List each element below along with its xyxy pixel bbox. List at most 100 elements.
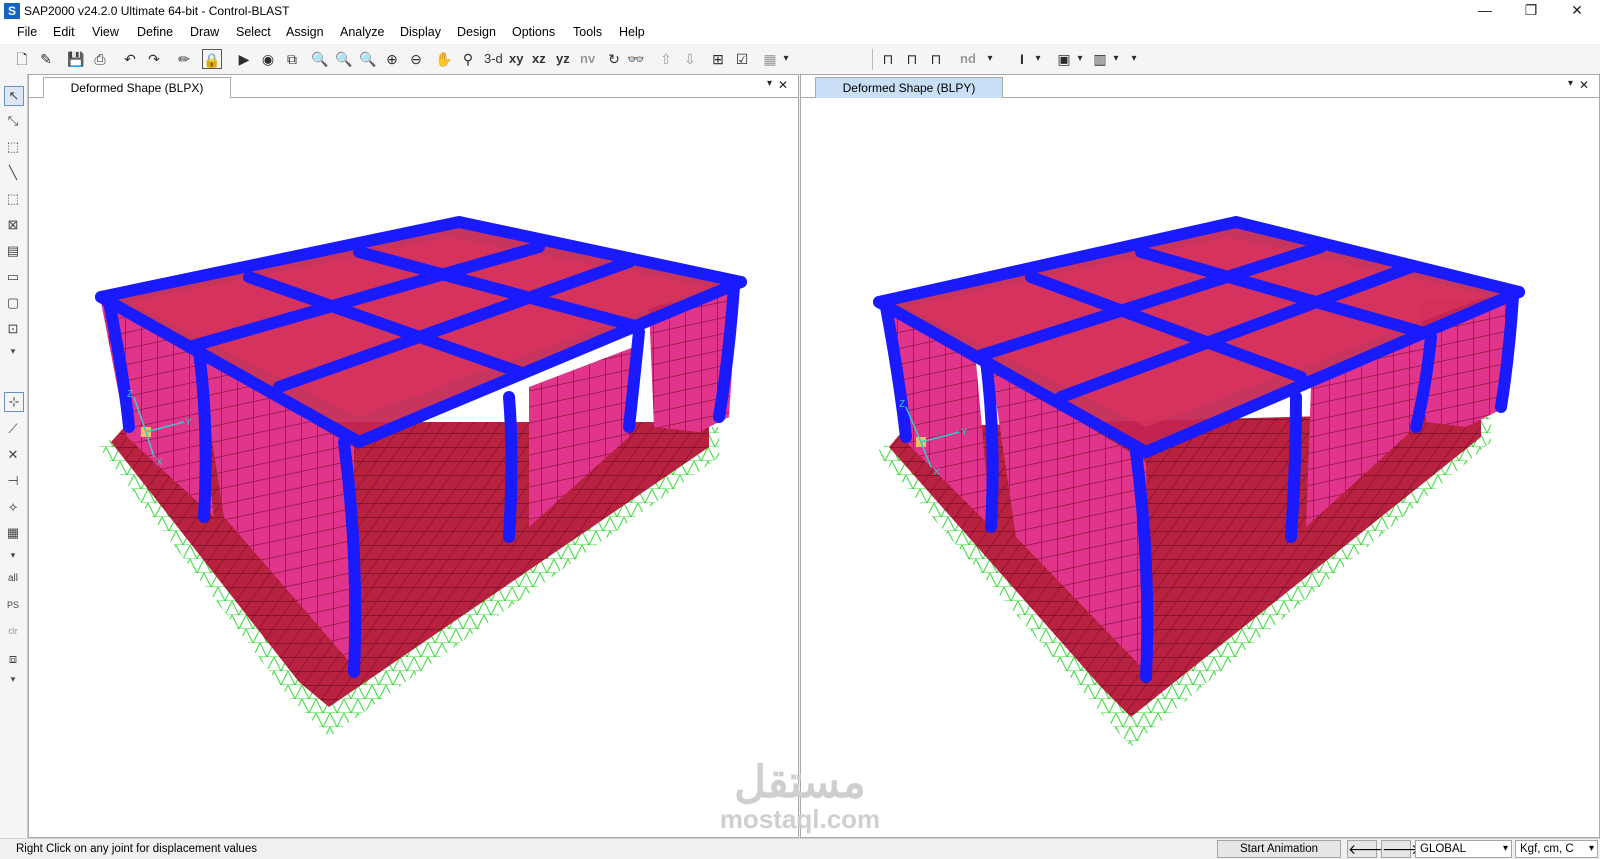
watermark-latin: mostaql.com (719, 804, 881, 834)
refresh-view-icon[interactable]: ✏ (174, 49, 194, 69)
run-analysis-icon[interactable]: ▶ (234, 49, 254, 69)
menu-analyze[interactable]: Analyze (340, 25, 384, 39)
rotate-view-icon[interactable]: ↻ (604, 49, 624, 69)
deselect-icon[interactable]: ⧈ (4, 650, 22, 668)
view-xy-button[interactable]: xy (509, 51, 523, 66)
measure-icon[interactable]: ⚲ (458, 49, 478, 69)
draw-joint-icon[interactable]: ⬚ (4, 138, 22, 156)
units-select[interactable]: Kgf, cm, C ▾ (1515, 840, 1598, 858)
left-dropdown-1-icon[interactable]: ▾ (4, 342, 22, 360)
menu-select[interactable]: Select (236, 25, 271, 39)
quick-frame-icon[interactable]: ⬚ (4, 190, 22, 208)
tab-deformed-shape-blpx[interactable]: Deformed Shape (BLPX) (43, 77, 231, 98)
menu-design[interactable]: Design (457, 25, 496, 39)
axis-z-label: Z (899, 399, 905, 410)
undo-icon[interactable]: ↶ (120, 49, 140, 69)
select-all-button[interactable]: all (4, 570, 22, 588)
pan-icon[interactable]: ✋ (434, 49, 454, 69)
menu-draw[interactable]: Draw (190, 25, 219, 39)
redo-icon[interactable]: ↷ (144, 49, 164, 69)
start-animation-button[interactable]: Start Animation (1217, 840, 1341, 858)
area-section-icon[interactable]: ▣ (1054, 49, 1074, 69)
view-yz-button[interactable]: yz (556, 51, 570, 66)
draw-poly-area-icon[interactable]: ▭ (4, 268, 22, 286)
zoom-out-icon[interactable]: ⊖ (406, 49, 426, 69)
section-dropdown-icon[interactable]: ▾ (1032, 49, 1044, 69)
menu-define[interactable]: Define (137, 25, 173, 39)
select-plane-icon[interactable]: ⊣ (4, 472, 22, 490)
table-dropdown-icon[interactable]: ▾ (1110, 49, 1122, 69)
save-icon[interactable]: 💾 (66, 49, 86, 69)
view-nv-button[interactable]: nv (580, 51, 595, 66)
model-viewport-right[interactable]: Z Y X (801, 97, 1599, 837)
select-line-icon[interactable]: ⟋ (4, 420, 22, 438)
minimize-button[interactable]: — (1462, 0, 1508, 22)
status-bar: Right Click on any joint for displacemen… (0, 838, 1600, 859)
select-polygon-icon[interactable]: ⟡ (4, 498, 22, 516)
draw-frame-icon[interactable]: ⊓ (878, 49, 898, 69)
analysis-options-icon[interactable]: ⧉ (282, 49, 302, 69)
draw-area-icon[interactable]: ▤ (4, 242, 22, 260)
shading-icon[interactable]: ▦ (760, 49, 780, 69)
left-dropdown-3-icon[interactable]: ▾ (4, 670, 22, 688)
open-model-icon[interactable]: ✎ (36, 49, 56, 69)
menu-view[interactable]: View (92, 25, 119, 39)
select-joint-icon[interactable]: ⊹ (4, 392, 24, 412)
draw-cable-icon[interactable]: ⊓ (926, 49, 946, 69)
new-model-icon[interactable]: 🗋 (12, 49, 32, 69)
restore-button[interactable]: ❐ (1508, 0, 1554, 22)
view-nd-button[interactable]: nd (960, 51, 976, 66)
reshaper-icon[interactable]: ⤡ (4, 112, 22, 130)
menu-display[interactable]: Display (400, 25, 441, 39)
view-3d-button[interactable]: 3-d (484, 51, 503, 66)
zoom-window-icon[interactable]: 🔍 (310, 49, 330, 69)
pane-menu-dropdown-icon[interactable]: ▾ (767, 78, 772, 89)
perspective-icon[interactable]: 👓 (626, 49, 646, 69)
zoom-previous-icon[interactable]: 🔍 (358, 49, 378, 69)
previous-selection-button[interactable]: PS (4, 596, 22, 614)
left-dropdown-2-icon[interactable]: ▾ (4, 546, 22, 564)
draw-frame-tool-icon[interactable]: ╲ (4, 164, 22, 182)
tab-deformed-shape-blpy[interactable]: Deformed Shape (BLPY) (815, 77, 1003, 98)
menu-file[interactable]: File (17, 25, 37, 39)
pointer-icon[interactable]: ↖ (4, 86, 24, 106)
frame-dropdown-icon[interactable]: ▾ (984, 49, 996, 69)
next-step-icon[interactable]: 🡒 (1381, 840, 1420, 858)
move-down-icon[interactable]: ⇩ (680, 49, 700, 69)
draw-brace-icon[interactable]: ⊠ (4, 216, 22, 234)
pane-close-icon[interactable]: ✕ (1579, 78, 1589, 92)
show-undeformed-icon[interactable]: ☑ (732, 49, 752, 69)
menu-options[interactable]: Options (512, 25, 555, 39)
coordinate-system-select[interactable]: GLOBAL ▾ (1415, 840, 1512, 858)
draw-bay-icon[interactable]: ⊓ (902, 49, 922, 69)
zoom-restore-icon[interactable]: 🔍 (334, 49, 354, 69)
draw-rect-area-icon[interactable]: ▢ (4, 294, 22, 312)
menu-help[interactable]: Help (619, 25, 645, 39)
move-up-icon[interactable]: ⇧ (656, 49, 676, 69)
view-xz-button[interactable]: xz (532, 51, 546, 66)
quick-area-icon[interactable]: ⊡ (4, 320, 22, 338)
previous-step-icon[interactable]: 🡐 (1347, 840, 1386, 858)
lock-model-icon[interactable]: 🔒 (202, 49, 222, 69)
menu-edit[interactable]: Edit (53, 25, 75, 39)
print-icon[interactable]: ⎙ (90, 49, 110, 69)
menu-assign[interactable]: Assign (286, 25, 324, 39)
pane-menu-dropdown-icon[interactable]: ▾ (1568, 78, 1573, 89)
clear-selection-button[interactable]: clr (4, 622, 22, 640)
shading-dropdown-icon[interactable]: ▾ (780, 49, 792, 69)
axis-x-label: X (156, 457, 163, 468)
area-dropdown-icon[interactable]: ▾ (1074, 49, 1086, 69)
section-designer-icon[interactable]: I (1012, 49, 1032, 69)
model-viewport-left[interactable]: Z Y X (29, 97, 798, 837)
set-display-options-icon[interactable]: ⊞ (708, 49, 728, 69)
main-toolbar: 🗋 ✎ 💾 ⎙ ↶ ↷ ✏ 🔒 ▶ ◉ ⧉ 🔍 🔍 🔍 ⊕ ⊖ ✋ ⚲ 3-d … (0, 45, 1600, 75)
close-window-button[interactable]: ✕ (1554, 0, 1600, 22)
select-grid-icon[interactable]: ▦ (4, 524, 22, 542)
run-now-icon[interactable]: ◉ (258, 49, 278, 69)
zoom-in-icon[interactable]: ⊕ (382, 49, 402, 69)
select-intersect-icon[interactable]: ✕ (4, 446, 22, 464)
table-icon[interactable]: ▥ (1090, 49, 1110, 69)
menu-tools[interactable]: Tools (573, 25, 602, 39)
more-tools-dropdown-icon[interactable]: ▾ (1128, 49, 1140, 69)
pane-close-icon[interactable]: ✕ (778, 78, 788, 92)
